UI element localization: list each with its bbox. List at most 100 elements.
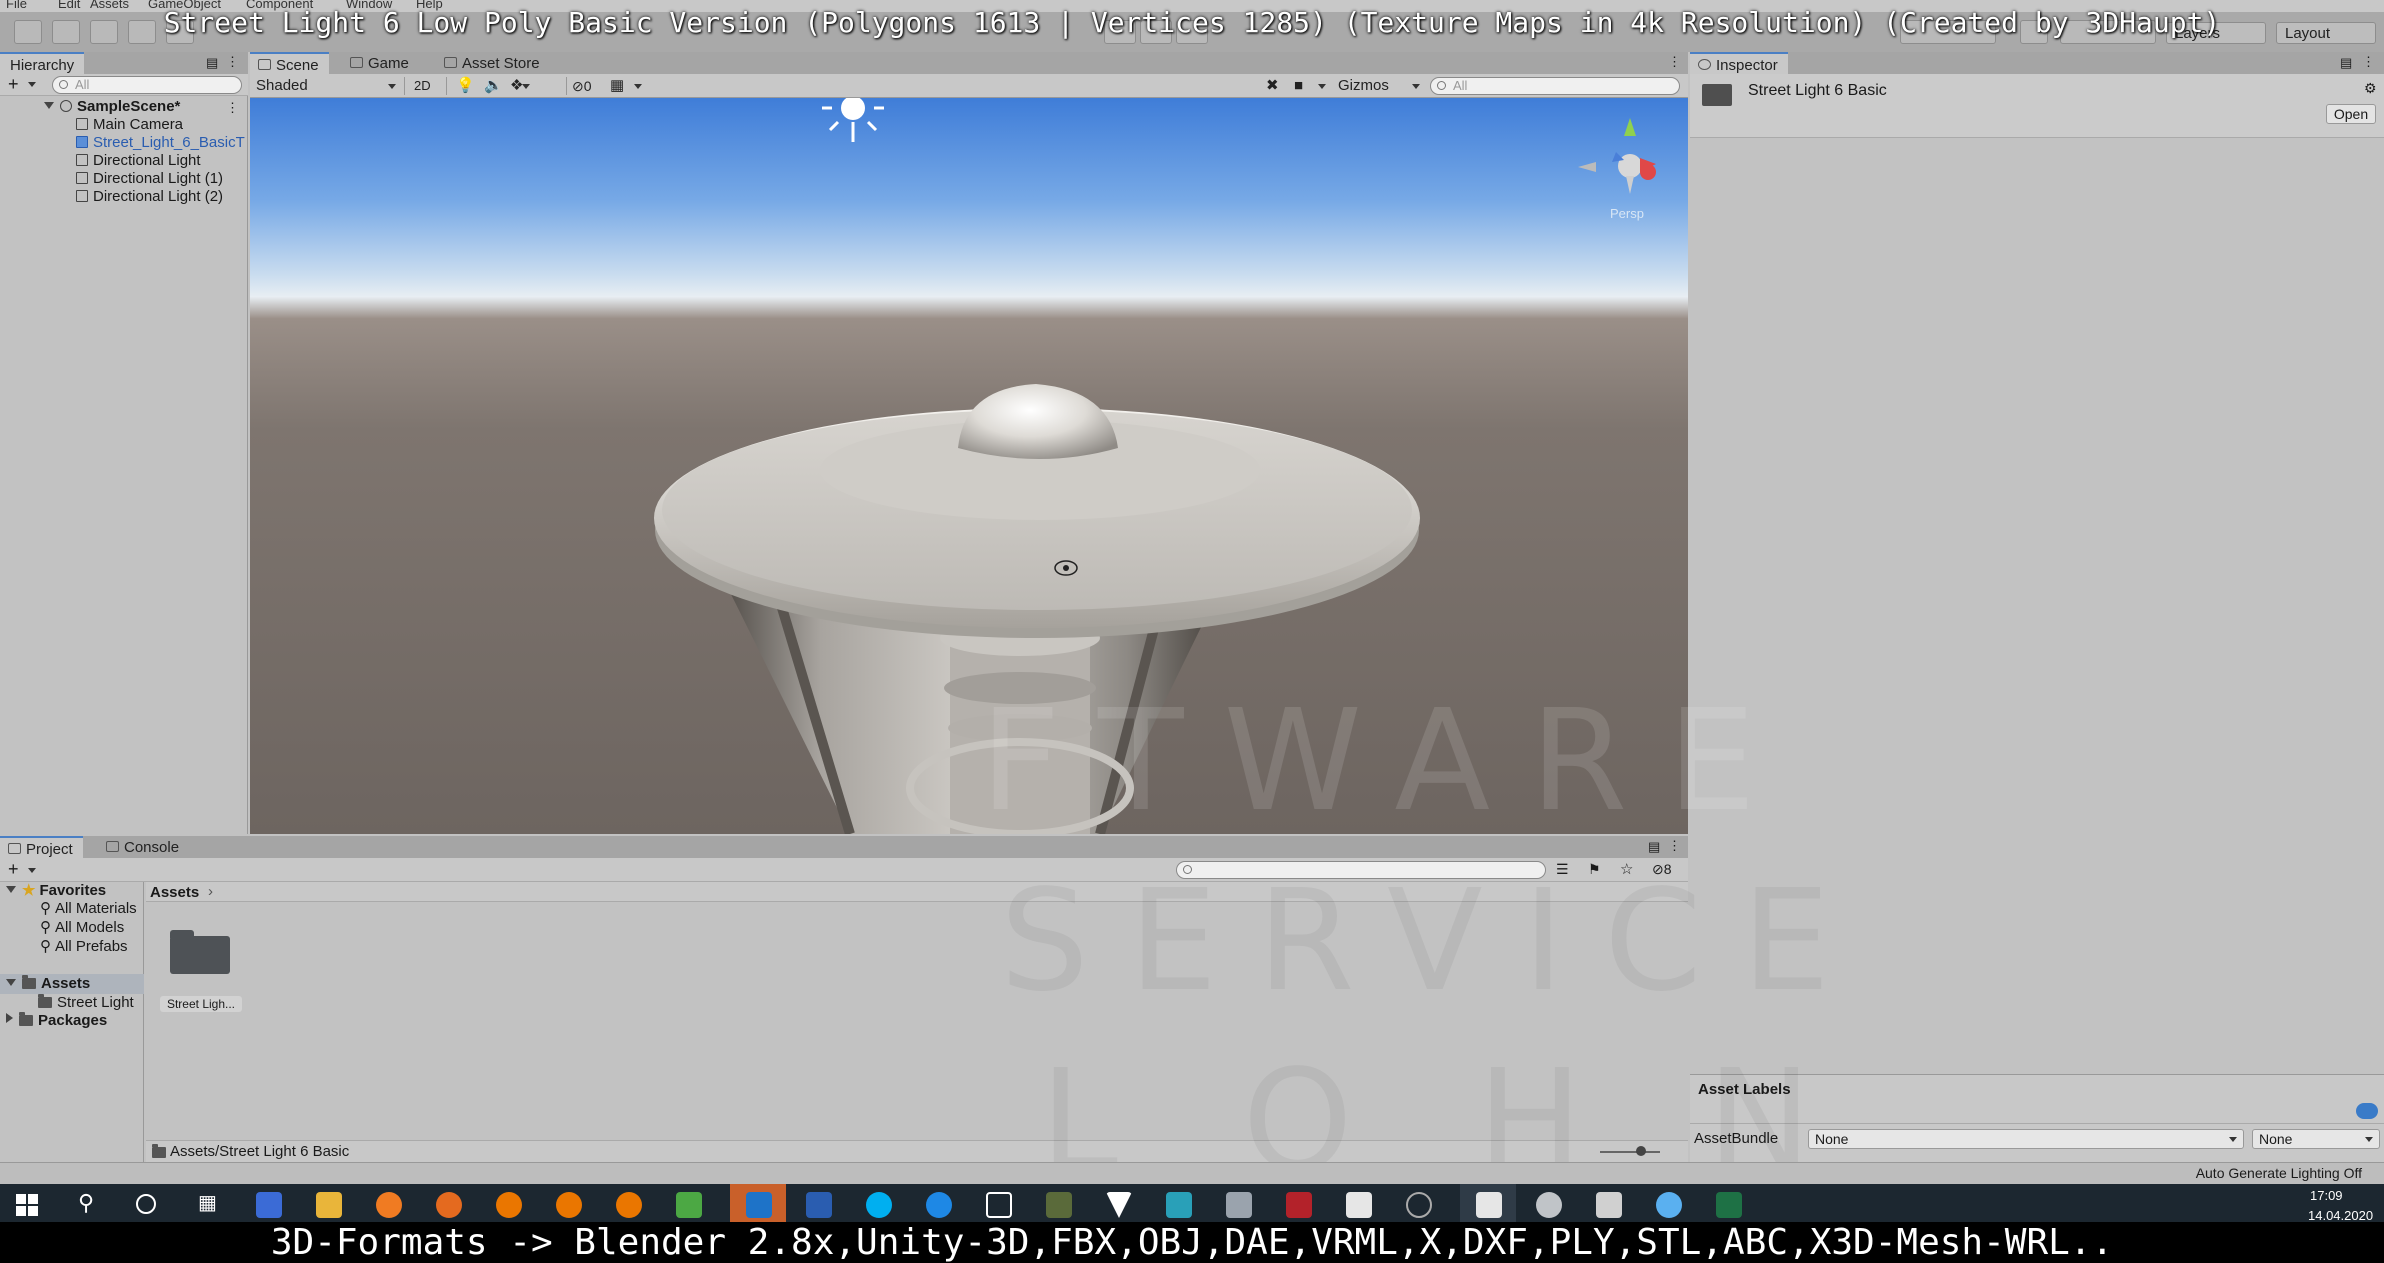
excel-icon[interactable] [1716,1192,1742,1218]
notepad-icon[interactable] [676,1192,702,1218]
unity-hub-icon[interactable] [1346,1192,1372,1218]
windows-start-icon[interactable] [16,1194,38,1216]
video-title-overlay: Street Light 6 Low Poly Basic Version (P… [163,6,2221,39]
app-icon[interactable] [1166,1192,1192,1218]
audio-toggle-icon[interactable]: 🔈 [484,76,503,96]
hidden-objects-toggle[interactable]: ⊘0 [572,76,606,96]
hierarchy-item-directional-light-2[interactable]: Directional Light (2) [76,188,223,206]
asset-bundle-dropdown[interactable]: None [1808,1129,2244,1149]
scene-orientation-gizmo [1578,118,1656,194]
add-object-button[interactable]: + [8,74,19,95]
gizmos-dropdown[interactable]: Gizmos [1338,76,1424,96]
tab-game[interactable]: Game [342,52,419,74]
search-icon[interactable]: ⚲ [78,1190,94,1216]
hierarchy-search-input[interactable]: All [52,76,242,94]
unity-icon[interactable] [1476,1192,1502,1218]
edge-icon[interactable] [926,1192,952,1218]
save-app-icon[interactable] [256,1192,282,1218]
scene-panel-menu-icon[interactable]: ⋮ [1668,54,1681,70]
clock-date[interactable]: 14.04.2020 [2308,1208,2373,1223]
tab-project[interactable]: Project [0,836,83,858]
favorite-all-prefabs[interactable]: ⚲ All Prefabs [40,938,128,956]
asset-bundle-variant-dropdown[interactable]: None [2252,1129,2380,1149]
favorites-folder[interactable]: ★ Favorites [6,882,106,900]
blender-icon[interactable] [616,1192,642,1218]
tab-hierarchy[interactable]: Hierarchy [0,52,85,74]
assets-folder[interactable]: Assets [6,975,90,993]
camera-dropdown[interactable]: ■ [1294,76,1330,96]
packages-folder[interactable]: Packages [6,1012,107,1030]
label-tag-icon[interactable] [2356,1103,2378,1119]
blender-icon[interactable] [496,1192,522,1218]
app-icon[interactable] [1536,1192,1562,1218]
toolbar-separator [566,77,567,95]
create-asset-button[interactable]: + [8,859,19,880]
add-dropdown-icon[interactable] [28,82,36,87]
word-icon[interactable] [806,1192,832,1218]
3d-viewer-icon[interactable] [986,1192,1012,1218]
breadcrumb-assets[interactable]: Assets [150,884,199,901]
skype-icon[interactable] [866,1192,892,1218]
blender-icon[interactable] [556,1192,582,1218]
cortana-icon[interactable] [136,1194,156,1214]
access-icon[interactable] [1286,1192,1312,1218]
obs-icon[interactable] [1406,1192,1432,1218]
file-explorer-icon[interactable] [316,1192,342,1218]
hierarchy-item-directional-light-1[interactable]: Directional Light (1) [76,170,223,188]
search-icon [1437,81,1446,90]
open-button[interactable]: Open [2326,104,2376,124]
persp-label[interactable]: Persp [1610,206,1644,221]
scene-tabrow: Scene Game Asset Store ⋮ [250,52,1688,74]
gameobject-icon [76,154,88,166]
search-icon [59,80,68,89]
app-icon[interactable] [1046,1192,1072,1218]
hierarchy-item-main-camera[interactable]: Main Camera [76,116,183,134]
scene-menu-icon[interactable]: ⋮ [226,100,239,116]
street-light-folder[interactable]: Street Light [38,994,134,1012]
create-dropdown-icon[interactable] [28,868,36,873]
dropdown-arrow-icon [1318,84,1326,89]
foldout-icon[interactable] [6,979,16,986]
tab-scene[interactable]: Scene [250,52,329,74]
scene-root[interactable]: SampleScene* [44,98,180,116]
foldout-icon[interactable] [44,102,54,109]
tools-icon[interactable]: ✖ [1266,76,1284,96]
panel-menu-icon[interactable]: ⋮ [2362,54,2375,70]
grid-snap-dropdown[interactable]: ▦ [610,76,646,96]
search-icon: ⚲ [40,900,51,917]
tab-asset-store[interactable]: Asset Store [436,52,550,74]
foldout-icon[interactable] [6,1013,13,1023]
lighting-status[interactable]: Auto Generate Lighting Off [2196,1165,2362,1181]
asset-folder-label[interactable]: Street Ligh... [160,996,242,1012]
favorite-all-materials[interactable]: ⚲ All Materials [40,900,137,918]
calculator-icon[interactable] [1596,1192,1622,1218]
tab-console[interactable]: Console [98,836,189,858]
firefox-icon[interactable] [376,1192,402,1218]
hierarchy-item-street-light[interactable]: Street_Light_6_BasicT [76,134,245,152]
hierarchy-item-directional-light[interactable]: Directional Light [76,152,201,170]
effects-toggle-icon[interactable]: ❖ [510,76,534,96]
task-view-icon[interactable]: ▦ [198,1190,217,1215]
settings-icon[interactable]: ⚙ [2364,80,2377,97]
maps-icon[interactable] [1656,1192,1682,1218]
foldout-icon[interactable] [6,886,16,893]
firefox-alt-icon[interactable] [436,1192,462,1218]
sketchup-icon[interactable] [1226,1192,1252,1218]
asset-folder-tile[interactable] [170,930,230,974]
vectorworks-icon[interactable] [1106,1192,1132,1218]
hierarchy-tabrow: Hierarchy ▤ ⋮ [0,52,248,74]
clock-time[interactable]: 17:09 [2310,1188,2343,1203]
tab-inspector[interactable]: Inspector [1690,52,1788,74]
favorite-all-models[interactable]: ⚲ All Models [40,919,124,937]
panel-menu-icon[interactable]: ⋮ [226,54,239,70]
toolbar-separator [404,77,405,95]
outlook-icon[interactable] [746,1192,772,1218]
lock-icon[interactable]: ▤ [206,55,218,71]
scene-search-input[interactable]: All [1430,77,1680,95]
shading-mode-dropdown[interactable]: Shaded [256,76,400,96]
lighting-toggle-icon[interactable]: 💡 [456,76,475,96]
dropdown-arrow-icon [634,84,642,89]
lock-icon[interactable]: ▤ [2340,55,2352,71]
scene-tab-icon [258,59,271,70]
toggle-2d-button[interactable]: 2D [414,76,440,96]
